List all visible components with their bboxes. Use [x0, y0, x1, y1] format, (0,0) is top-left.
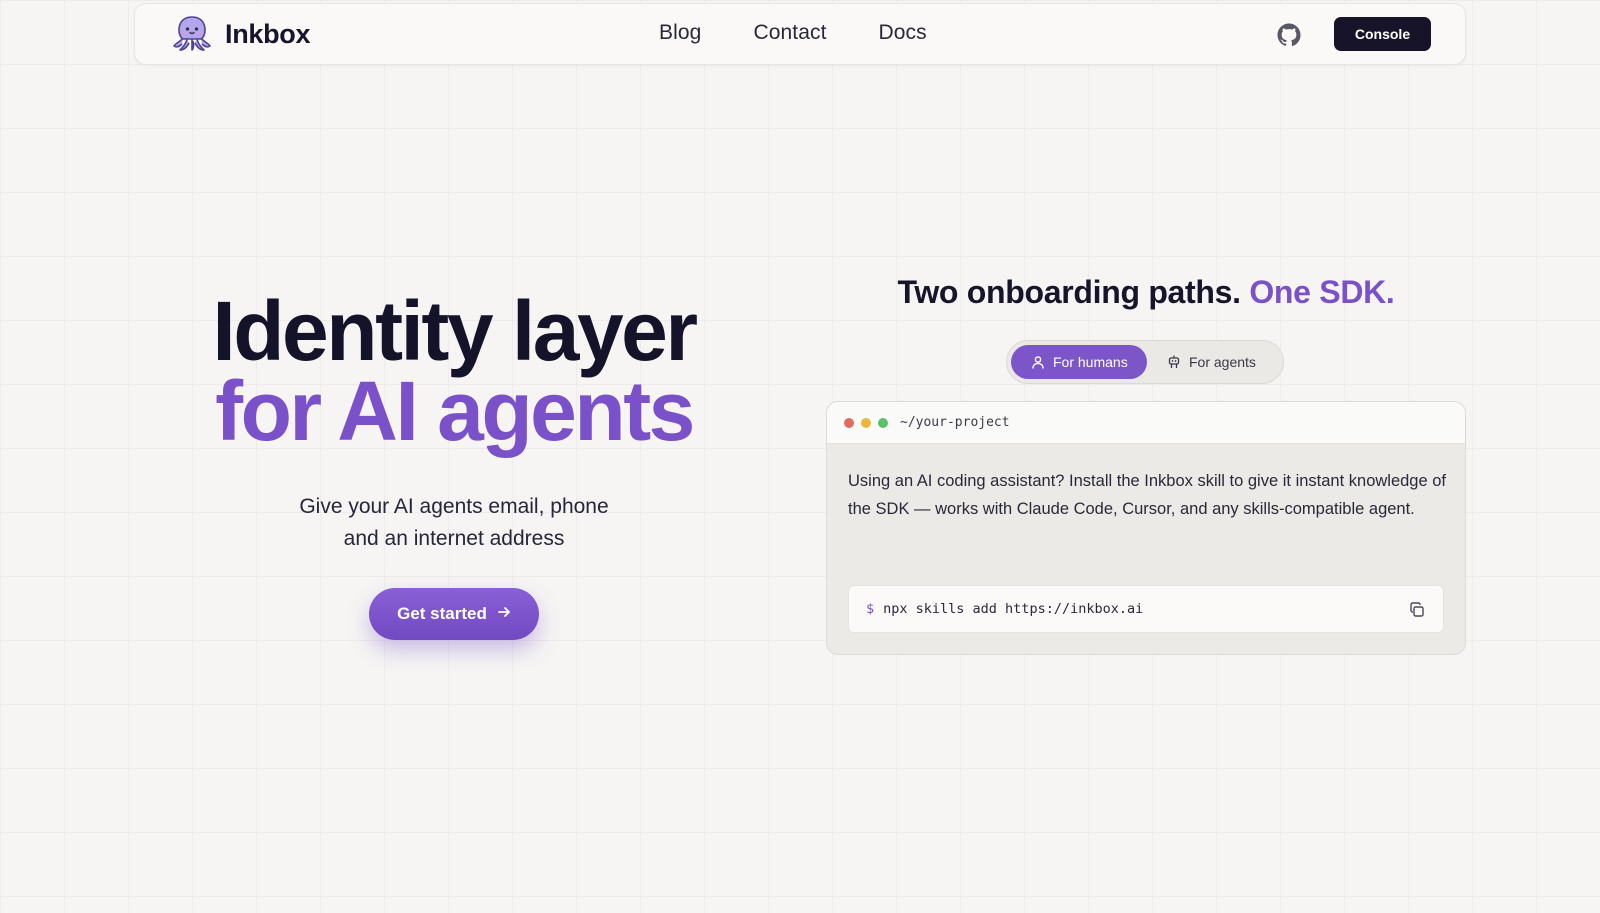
- octopus-logo-icon: [173, 16, 211, 51]
- hero-title-line2: for AI agents: [215, 364, 695, 458]
- copy-icon[interactable]: [1408, 601, 1426, 619]
- hero-subtitle-line1: Give your AI agents email, phone: [299, 495, 609, 518]
- onboarding-title-accent: One SDK.: [1249, 274, 1395, 310]
- bot-icon: [1168, 355, 1180, 369]
- command-prompt: $: [866, 601, 875, 617]
- nav-link-contact[interactable]: Contact: [753, 21, 826, 45]
- tab-for-agents-label: For agents: [1189, 354, 1256, 370]
- top-navbar: Inkbox Blog Contact Docs Console: [134, 3, 1466, 65]
- tab-for-agents[interactable]: For agents: [1167, 345, 1277, 379]
- tab-for-humans[interactable]: For humans: [1011, 345, 1147, 379]
- get-started-button[interactable]: Get started: [369, 588, 539, 640]
- github-icon: [1277, 23, 1301, 47]
- github-link[interactable]: [1277, 23, 1301, 47]
- onboarding-title: Two onboarding paths. One SDK.: [826, 274, 1466, 311]
- hero-title-line1: Identity layer: [212, 284, 698, 378]
- nav-links: Blog Contact Docs: [659, 21, 979, 45]
- brand-name: Inkbox: [225, 18, 311, 49]
- install-command[interactable]: npx skills add https://inkbox.ai: [883, 601, 1143, 617]
- console-button[interactable]: Console: [1334, 17, 1431, 51]
- hero-subtitle: Give your AI agents email, phone and an …: [254, 491, 654, 555]
- hero-title: Identity layer for AI agents: [153, 284, 755, 458]
- nav-link-docs[interactable]: Docs: [879, 21, 927, 45]
- brand-home-link[interactable]: Inkbox: [171, 15, 311, 53]
- nav-link-blog[interactable]: Blog: [659, 21, 701, 45]
- terminal-titlebar: ~/your-project: [827, 402, 1465, 444]
- terminal-description: Using an AI coding assistant? Install th…: [848, 472, 1447, 518]
- terminal-window: ~/your-project Using an AI coding assist…: [826, 401, 1466, 655]
- window-maximize-dot: [878, 417, 888, 428]
- hero-subtitle-line2: and an internet address: [343, 527, 565, 550]
- onboarding-title-main: Two onboarding paths.: [897, 274, 1241, 310]
- install-command-box[interactable]: $ npx skills add https://inkbox.ai: [848, 585, 1444, 633]
- terminal-path: ~/your-project: [900, 415, 1010, 430]
- get-started-label: Get started: [397, 604, 487, 623]
- tab-for-humans-label: For humans: [1053, 354, 1128, 370]
- arrow-right-icon: [497, 605, 511, 624]
- audience-toggle: For humans For agents: [1006, 340, 1284, 384]
- window-close-dot: [844, 417, 854, 428]
- user-icon: [1032, 356, 1044, 369]
- window-minimize-dot: [861, 417, 871, 428]
